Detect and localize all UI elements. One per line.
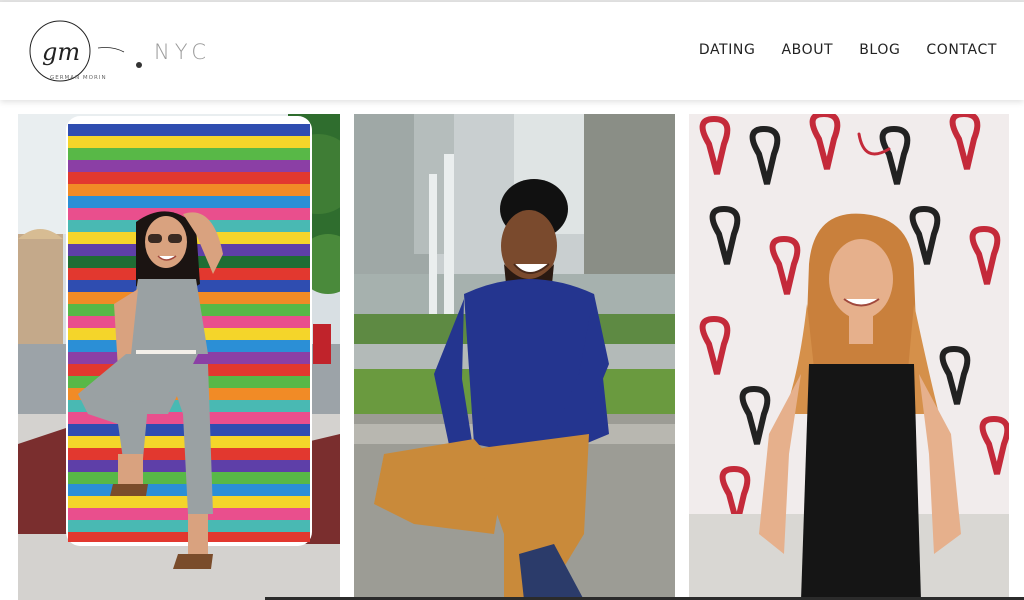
woman-heart-mural-image: [689, 114, 1009, 600]
gallery-photo-rainbow-bench[interactable]: [18, 114, 340, 600]
nav-blog[interactable]: BLOG: [859, 42, 900, 58]
logo-dot: [136, 62, 142, 68]
logo-monogram-text: gm: [42, 38, 80, 66]
gallery-photo-man-sitting[interactable]: [354, 114, 675, 600]
main-nav: DATING ABOUT BLOG CONTACT: [699, 42, 997, 58]
logo-city: NYC: [154, 40, 212, 64]
logo-signature: GERMAN MORIN: [50, 75, 107, 81]
site-logo[interactable]: gm GERMAN MORIN NYC: [28, 18, 206, 86]
woman-rainbow-bench-image: [18, 114, 340, 600]
photo-gallery: [0, 114, 1024, 600]
nav-about[interactable]: ABOUT: [781, 42, 833, 58]
nav-contact[interactable]: CONTACT: [926, 42, 997, 58]
nav-dating[interactable]: DATING: [699, 42, 756, 58]
man-blue-sweater-image: [354, 114, 675, 600]
site-header: gm GERMAN MORIN NYC DATING ABOUT BLOG CO…: [0, 2, 1024, 100]
gallery-photo-heart-mural[interactable]: [689, 114, 1009, 600]
